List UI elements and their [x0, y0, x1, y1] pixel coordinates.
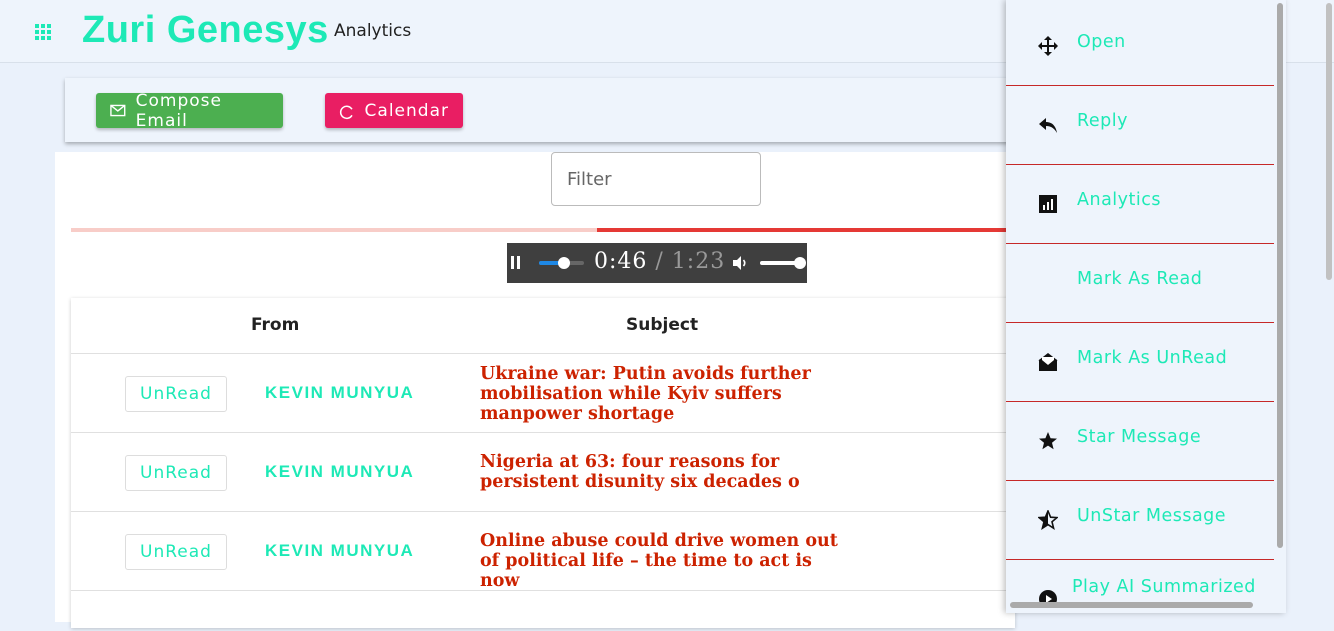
- loading-progress-bar: [71, 228, 1015, 232]
- mail-icon: [110, 104, 126, 117]
- loading-progress-fill: [597, 228, 1015, 232]
- menu-label: Mark As UnRead: [1077, 348, 1228, 368]
- menu-item-mark-as-read[interactable]: Mark As Read: [1006, 244, 1274, 323]
- apps-grid-icon[interactable]: [35, 24, 51, 40]
- table-row[interactable]: UnRead KEVIN MUNYUA Nigeria at 63: four …: [71, 432, 1015, 512]
- pause-icon[interactable]: [511, 256, 521, 270]
- sender-name: KEVIN MUNYUA: [265, 383, 415, 402]
- reply-icon: [1039, 118, 1057, 133]
- analytics-icon: [1039, 195, 1057, 213]
- volume-slider[interactable]: [760, 257, 806, 269]
- star-icon: [1039, 432, 1057, 450]
- current-time: 0:46: [594, 249, 648, 274]
- unread-status-button[interactable]: UnRead: [125, 455, 227, 491]
- envelope-open-icon: [1038, 353, 1058, 371]
- calendar-label: Calendar: [364, 100, 449, 121]
- sender-name: KEVIN MUNYUA: [265, 541, 415, 560]
- table-row[interactable]: UnRead KEVIN MUNYUA Online abuse could d…: [71, 511, 1015, 591]
- seek-slider-handle[interactable]: [557, 257, 570, 269]
- menu-label: Open: [1077, 32, 1126, 52]
- sender-name: KEVIN MUNYUA: [265, 462, 415, 481]
- nav-analytics-link[interactable]: Analytics: [334, 21, 411, 41]
- menu-horizontal-scrollbar[interactable]: [1010, 602, 1253, 608]
- volume-icon[interactable]: [731, 254, 749, 272]
- table-row[interactable]: [71, 590, 1015, 631]
- menu-label: Star Message: [1077, 427, 1202, 447]
- menu-label: Play AI Summarized: [1072, 577, 1256, 597]
- menu-vertical-scrollbar[interactable]: [1277, 3, 1283, 548]
- email-table: From Subject UnRead KEVIN MUNYUA Ukraine…: [71, 298, 1015, 628]
- column-header-subject: Subject: [626, 315, 699, 335]
- menu-label: Mark As Read: [1077, 269, 1203, 289]
- compose-email-label: Compose Email: [135, 90, 222, 131]
- seek-slider[interactable]: [539, 257, 584, 269]
- page-scrollbar[interactable]: [1326, 3, 1332, 280]
- email-subject[interactable]: Ukraine war: Putin avoids further mobili…: [480, 364, 850, 424]
- compose-email-button[interactable]: Compose Email: [96, 90, 283, 131]
- menu-item-analytics[interactable]: Analytics: [1006, 165, 1274, 244]
- email-subject[interactable]: Nigeria at 63: four reasons for persiste…: [480, 452, 850, 492]
- menu-item-reply[interactable]: Reply: [1006, 86, 1274, 165]
- calendar-button[interactable]: Calendar: [325, 93, 463, 128]
- filter-input[interactable]: Filter: [551, 152, 761, 206]
- column-header-from: From: [251, 315, 300, 335]
- unread-status-button[interactable]: UnRead: [125, 534, 227, 570]
- email-subject[interactable]: Online abuse could drive women out of po…: [480, 531, 850, 591]
- menu-item-mark-as-unread[interactable]: Mark As UnRead: [1006, 323, 1274, 402]
- inbox-card: Filter 0:46 / 1:23 From Subject UnRead K…: [55, 152, 1015, 628]
- audio-player: 0:46 / 1:23: [507, 243, 807, 283]
- volume-slider-handle[interactable]: [794, 257, 806, 269]
- context-menu: Open Reply Analytics Mark As Read Mark A…: [1006, 0, 1286, 613]
- brand-title[interactable]: Zuri Genesys: [82, 9, 329, 52]
- time-display: 0:46 / 1:23: [594, 249, 725, 274]
- unread-status-button[interactable]: UnRead: [125, 376, 227, 412]
- duration: / 1:23: [647, 249, 726, 274]
- menu-label: Reply: [1077, 111, 1128, 131]
- calendar-icon: [339, 104, 353, 119]
- action-toolbar: Compose Email Calendar: [65, 78, 1025, 142]
- menu-item-unstar-message[interactable]: UnStar Message: [1006, 481, 1274, 560]
- menu-label: UnStar Message: [1077, 506, 1227, 526]
- menu-label: Analytics: [1077, 190, 1161, 210]
- menu-item-star-message[interactable]: Star Message: [1006, 402, 1274, 481]
- menu-item-open[interactable]: Open: [1006, 7, 1274, 86]
- star-half-icon: [1038, 510, 1058, 530]
- table-row[interactable]: UnRead KEVIN MUNYUA Ukraine war: Putin a…: [71, 353, 1015, 433]
- move-arrows-icon: [1038, 36, 1058, 56]
